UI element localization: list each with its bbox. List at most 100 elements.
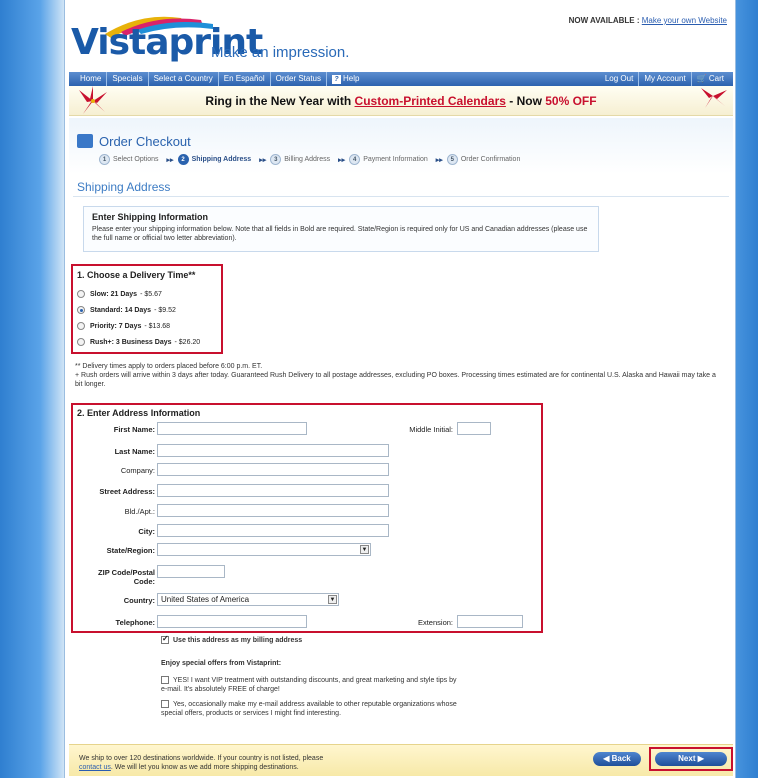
banner-middle: - Now xyxy=(505,94,546,108)
now-available-label: NOW AVAILABLE : xyxy=(568,16,640,25)
dropdown-arrow-icon[interactable]: ▼ xyxy=(360,545,369,554)
option-name: Slow: 21 Days xyxy=(90,290,138,298)
step-number: 5 xyxy=(446,154,458,165)
first-name-input[interactable] xyxy=(157,422,307,435)
checkout-cart-icon xyxy=(77,134,93,148)
delivery-option-rush[interactable]: Rush+: 3 Business Days - $26.20 xyxy=(77,334,217,350)
street-address-input[interactable] xyxy=(157,484,389,497)
delivery-option-standard[interactable]: Standard: 14 Days - $9.52 xyxy=(77,302,217,318)
make-website-link[interactable]: Make your own Website xyxy=(642,16,727,25)
address-section: 2. Enter Address Information First Name:… xyxy=(71,403,543,633)
delivery-note-2: + Rush orders will arrive within 3 days … xyxy=(75,372,716,388)
zip-code-input[interactable] xyxy=(157,565,225,578)
use-billing-label: Use this address as my billing address xyxy=(173,637,303,644)
now-available: NOW AVAILABLE : Make your own Website xyxy=(569,16,727,25)
nav-home[interactable]: Home xyxy=(75,72,108,86)
nav-order-status[interactable]: Order Status xyxy=(271,72,328,86)
company-label: Company: xyxy=(120,466,155,475)
middle-initial-input[interactable] xyxy=(457,422,491,435)
step-label: Payment Information xyxy=(363,156,428,163)
nav-help-label: Help xyxy=(343,74,360,83)
offer-vip-checkbox[interactable] xyxy=(161,676,169,684)
offer-vip-label: YES! I want VIP treatment with outstandi… xyxy=(161,677,457,693)
step-arrow-icon: ▸▸ xyxy=(338,156,346,164)
checkout-header: Order Checkout 1 Select Options ▸▸ 2 Shipp… xyxy=(69,118,733,174)
info-box: Enter Shipping Information Please enter … xyxy=(83,206,599,252)
banner-prefix: Ring in the New Year with xyxy=(205,94,355,108)
step-number: 1 xyxy=(99,154,110,165)
option-price: - $5.67 xyxy=(140,290,162,298)
offer-vip-row[interactable]: YES! I want VIP treatment with outstandi… xyxy=(161,676,461,694)
step-arrow-icon: ▸▸ xyxy=(435,156,443,164)
telephone-input[interactable] xyxy=(157,615,307,628)
step-select-options[interactable]: 1 Select Options xyxy=(99,154,159,165)
option-name: Priority: 7 Days xyxy=(90,322,142,330)
radio-button[interactable] xyxy=(77,322,85,330)
offer-share-checkbox[interactable] xyxy=(161,700,169,708)
nav-cart[interactable]: 🛒 Cart xyxy=(692,72,729,86)
next-button[interactable]: Next ▶ xyxy=(655,752,727,766)
use-billing-row[interactable]: Use this address as my billing address xyxy=(161,634,321,645)
offer-share-row[interactable]: Yes, occasionally make my e-mail address… xyxy=(161,700,461,718)
poinsettia-right-icon xyxy=(701,88,727,108)
delivery-notes: ** Delivery times apply to orders placed… xyxy=(75,362,725,389)
nav-my-account[interactable]: My Account xyxy=(639,72,692,86)
main-nav: Home Specials Select a Country En Españo… xyxy=(69,72,733,86)
street-address-label: Street Address: xyxy=(99,487,155,496)
option-price: - $26.20 xyxy=(174,338,201,346)
company-input[interactable] xyxy=(157,463,389,476)
nav-help[interactable]: ? Help xyxy=(327,72,364,86)
back-label: Back xyxy=(611,754,631,763)
extension-input[interactable] xyxy=(457,615,523,628)
delivery-option-priority[interactable]: Priority: 7 Days - $13.68 xyxy=(77,318,217,334)
city-label: City: xyxy=(138,527,155,536)
step-number: 3 xyxy=(270,154,282,165)
step-label: Select Options xyxy=(113,156,159,163)
nav-cart-label: Cart xyxy=(708,74,724,83)
country-label: Country: xyxy=(123,596,155,605)
checkout-title: Order Checkout xyxy=(99,134,191,149)
option-price: - $13.68 xyxy=(144,322,171,330)
dropdown-arrow-icon[interactable]: ▼ xyxy=(328,595,337,604)
use-billing-checkbox[interactable] xyxy=(161,634,169,644)
checkout-steps: 1 Select Options ▸▸ 2 Shipping Address ▸▸ … xyxy=(99,154,524,165)
state-region-select[interactable]: ▼ xyxy=(157,543,371,556)
last-name-input[interactable] xyxy=(157,444,389,457)
step-shipping-address: 2 Shipping Address xyxy=(177,154,251,165)
calendars-link[interactable]: Custom-Printed Calendars xyxy=(355,94,506,108)
step-payment-information: 4 Payment Information xyxy=(349,154,428,165)
state-region-label: State/Region: xyxy=(106,546,155,555)
radio-button[interactable] xyxy=(77,338,85,346)
step-arrow-icon: ▸▸ xyxy=(259,156,267,164)
nav-logout[interactable]: Log Out xyxy=(600,72,640,86)
vistaprint-logo[interactable]: Vistaprint Make an impression. xyxy=(71,12,361,63)
step-billing-address: 3 Billing Address xyxy=(270,154,330,165)
info-text: Please enter your shipping information b… xyxy=(92,226,588,242)
city-input[interactable] xyxy=(157,524,389,537)
step-number: 4 xyxy=(349,154,361,165)
option-price: - $9.52 xyxy=(154,306,176,314)
nav-select-country[interactable]: Select a Country xyxy=(149,72,219,86)
delivery-option-slow[interactable]: Slow: 21 Days - $5.67 xyxy=(77,286,217,302)
radio-button[interactable] xyxy=(77,290,85,298)
tagline: Make an impression. xyxy=(211,44,350,61)
banner-text: Ring in the New Year with Custom-Printed… xyxy=(69,94,733,108)
radio-button-selected[interactable] xyxy=(77,306,85,314)
country-select[interactable]: United States of America ▼ xyxy=(157,593,339,606)
step-label: Billing Address xyxy=(284,156,331,163)
bld-apt-input[interactable] xyxy=(157,504,389,517)
delivery-note-1: ** Delivery times apply to orders placed… xyxy=(75,363,263,370)
telephone-label: Telephone: xyxy=(115,618,155,627)
footer-bar: We ship to over 120 destinations worldwi… xyxy=(69,744,733,776)
page: Vistaprint Make an impression. NOW AVAIL… xyxy=(64,0,736,778)
shipping-destinations-note: We ship to over 120 destinations worldwi… xyxy=(79,754,323,772)
nav-specials[interactable]: Specials xyxy=(107,72,149,86)
zip-code-label: ZIP Code/Postal Code: xyxy=(98,568,155,586)
contact-us-link[interactable]: contact us xyxy=(79,764,111,771)
promo-banner: Ring in the New Year with Custom-Printed… xyxy=(69,86,733,116)
nav-espanol[interactable]: En Español xyxy=(219,72,271,86)
option-name: Standard: 14 Days xyxy=(90,306,152,314)
step-order-confirmation: 5 Order Confirmation xyxy=(446,154,521,165)
back-button[interactable]: ◀ Back xyxy=(593,752,641,766)
step-label: Order Confirmation xyxy=(460,156,521,163)
